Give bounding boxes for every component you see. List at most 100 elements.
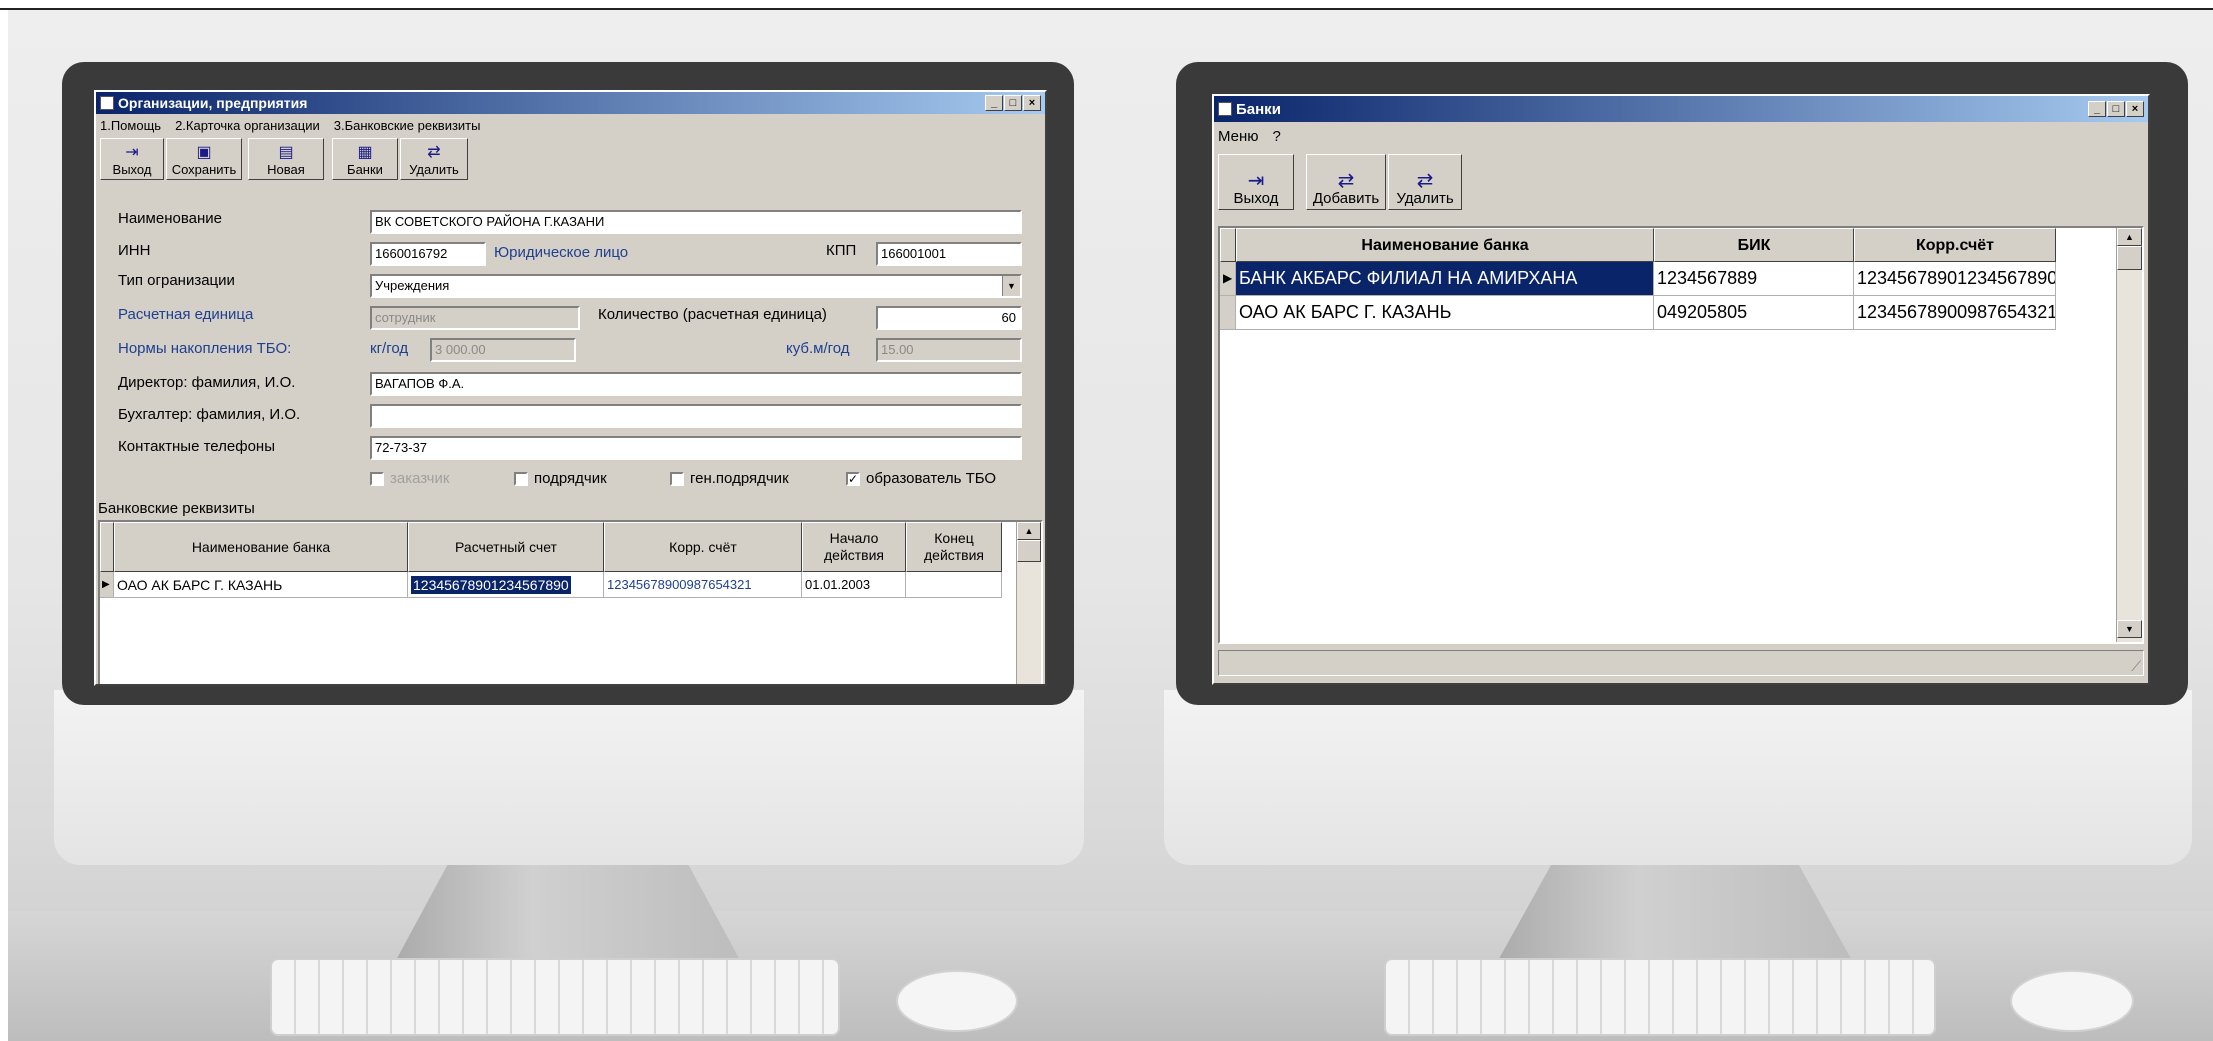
row-indicator[interactable]: ▶: [100, 572, 114, 598]
scroll-thumb[interactable]: [2117, 246, 2142, 270]
general-contractor-checkbox[interactable]: ген.подрядчик: [670, 470, 789, 487]
floppy-disk-icon: ▣: [196, 144, 212, 161]
monitor-stand: [1490, 855, 1860, 975]
contractor-checkbox[interactable]: подрядчик: [514, 470, 607, 487]
menu-item-menu[interactable]: Меню: [1218, 128, 1259, 145]
scroll-up-button[interactable]: ▲: [1017, 522, 1041, 540]
vertical-scrollbar[interactable]: ▲ ▼: [2116, 228, 2142, 642]
name-field[interactable]: ВК СОВЕТСКОГО РАЙОНА Г.КАЗАНИ: [370, 210, 1022, 234]
table-cell-end-date[interactable]: [906, 572, 1002, 598]
bank-details-grid: Наименование банка Расчетный счет Корр. …: [98, 520, 1043, 684]
kg-per-year-field: 3 000.00: [430, 338, 576, 362]
inn-field[interactable]: 1660016792: [370, 242, 486, 266]
new-button[interactable]: ▤ Новая: [248, 138, 324, 180]
qty-label: Количество (расчетная единица): [598, 306, 827, 323]
minimize-button[interactable]: _: [985, 95, 1003, 111]
scroll-up-button[interactable]: ▲: [2117, 228, 2142, 246]
col-header-start-date[interactable]: Начало действия: [802, 522, 906, 572]
accountant-label: Бухгалтер: фамилия, И.О.: [118, 406, 301, 423]
general-contractor-checkbox-box[interactable]: [670, 471, 684, 486]
app-icon: [1218, 102, 1232, 116]
col-header-corr-account[interactable]: Корр. счёт: [604, 522, 802, 572]
menubar: 1.Помощь 2.Карточка организации 3.Банков…: [96, 114, 1045, 136]
close-button[interactable]: ×: [2126, 101, 2144, 117]
delete-icon: ⇄: [427, 144, 441, 161]
waste-generator-checkbox[interactable]: ✓ образователь ТБО: [846, 470, 996, 487]
customer-checkbox-label: заказчик: [390, 470, 450, 487]
save-button[interactable]: ▣ Сохранить: [166, 138, 242, 180]
table-cell-corr-account[interactable]: 12345678900987654321: [1854, 296, 2056, 330]
col-header-bank-name[interactable]: Наименование банка: [1236, 228, 1654, 262]
table-cell-bik[interactable]: 1234567889: [1654, 262, 1854, 296]
exit-button-label: Выход: [1233, 190, 1279, 207]
minimize-button[interactable]: _: [2088, 101, 2106, 117]
director-field[interactable]: ВАГАПОВ Ф.А.: [370, 372, 1022, 396]
vertical-scrollbar[interactable]: ▲: [1016, 522, 1041, 684]
row-indicator[interactable]: [1220, 296, 1236, 330]
table-cell-bank-name[interactable]: ОАО АК БАРС Г. КАЗАНЬ: [1236, 296, 1654, 330]
qty-field[interactable]: 60: [876, 306, 1022, 330]
keyboard: [1384, 958, 1936, 1036]
customer-checkbox: заказчик: [370, 470, 449, 487]
banks-window: Банки _ □ × Меню ? ⇥ Выход ⇄ Добавить ⇄ …: [1212, 94, 2150, 685]
add-button[interactable]: ⇄ Добавить: [1306, 154, 1386, 210]
close-button[interactable]: ×: [1023, 95, 1041, 111]
org-type-value: Учреждения: [375, 278, 450, 293]
org-type-select[interactable]: Учреждения ▼: [370, 274, 1022, 298]
table-cell-corr-account[interactable]: 12345678900987654321: [604, 572, 802, 598]
col-header-bank-name[interactable]: Наименование банка: [114, 522, 408, 572]
phones-field[interactable]: 72-73-37: [370, 436, 1022, 460]
new-button-label: Новая: [267, 162, 305, 177]
resize-grip-icon[interactable]: ⟋: [2131, 658, 2141, 675]
org-type-label: Тип огранизации: [118, 272, 235, 289]
menu-item-org-card[interactable]: 2.Карточка организации: [175, 118, 320, 133]
status-bar: ⟋: [1218, 650, 2144, 676]
banks-button-label: Банки: [347, 162, 383, 177]
row-indicator[interactable]: ▶: [1220, 262, 1236, 296]
banks-button[interactable]: ▦ Банки: [332, 138, 398, 180]
table-cell-bank-name[interactable]: ОАО АК БАРС Г. КАЗАНЬ: [114, 572, 408, 598]
monitor-chin: [54, 690, 1084, 865]
waste-generator-checkbox-box[interactable]: ✓: [846, 471, 860, 486]
scroll-thumb[interactable]: [1017, 540, 1041, 562]
window-titlebar[interactable]: Банки _ □ ×: [1214, 96, 2148, 122]
table-cell-bank-name[interactable]: БАНК АКБАРС ФИЛИАЛ НА АМИРХАНА: [1236, 262, 1654, 296]
table-cell-corr-account[interactable]: 12345678901234567890: [1854, 262, 2056, 296]
row-indicator-header: [1220, 228, 1236, 262]
exit-button[interactable]: ⇥ Выход: [1218, 154, 1294, 210]
maximize-button[interactable]: □: [1004, 95, 1022, 111]
table-cell-start-date[interactable]: 01.01.2003: [802, 572, 906, 598]
col-header-bik[interactable]: БИК: [1654, 228, 1854, 262]
add-icon: ⇄: [1337, 170, 1355, 192]
right-photo-scene: Банки _ □ × Меню ? ⇥ Выход ⇄ Добавить ⇄ …: [1120, 10, 2213, 1041]
table-cell-bik[interactable]: 049205805: [1654, 296, 1854, 330]
legal-entity-label: Юридическое лицо: [494, 244, 629, 261]
window-title: Банки: [1236, 100, 1281, 118]
exit-button[interactable]: ⇥ Выход: [100, 138, 164, 180]
add-button-label: Добавить: [1312, 190, 1380, 207]
delete-button[interactable]: ⇄ Удалить: [1388, 154, 1462, 210]
calc-unit-label: Расчетная единица: [118, 306, 254, 323]
col-header-corr-account[interactable]: Корр.счёт: [1854, 228, 2056, 262]
new-document-icon: ▤: [278, 144, 294, 161]
exit-button-label: Выход: [112, 162, 152, 177]
col-header-account[interactable]: Расчетный счет: [408, 522, 604, 572]
table-cell-account[interactable]: 12345678901234567890: [408, 572, 604, 598]
scroll-down-button[interactable]: ▼: [2117, 620, 2142, 638]
col-header-end-date[interactable]: Конец действия: [906, 522, 1002, 572]
contractor-checkbox-box[interactable]: [514, 471, 528, 486]
menu-item-help[interactable]: 1.Помощь: [100, 118, 161, 133]
exit-door-icon: ⇥: [1247, 170, 1265, 192]
menu-item-bank-details[interactable]: 3.Банковские реквизиты: [334, 118, 481, 133]
exit-door-icon: ⇥: [125, 144, 139, 161]
kpp-field[interactable]: 166001001: [876, 242, 1022, 266]
accountant-field[interactable]: [370, 404, 1022, 428]
app-icon: [100, 96, 114, 110]
maximize-button[interactable]: □: [2107, 101, 2125, 117]
chevron-down-icon[interactable]: ▼: [1002, 276, 1020, 296]
monitor-stand: [388, 855, 748, 975]
phones-label: Контактные телефоны: [118, 438, 275, 455]
menu-item-help[interactable]: ?: [1273, 128, 1281, 145]
delete-button[interactable]: ⇄ Удалить: [400, 138, 468, 180]
window-titlebar[interactable]: Организации, предприятия _ □ ×: [96, 92, 1045, 114]
